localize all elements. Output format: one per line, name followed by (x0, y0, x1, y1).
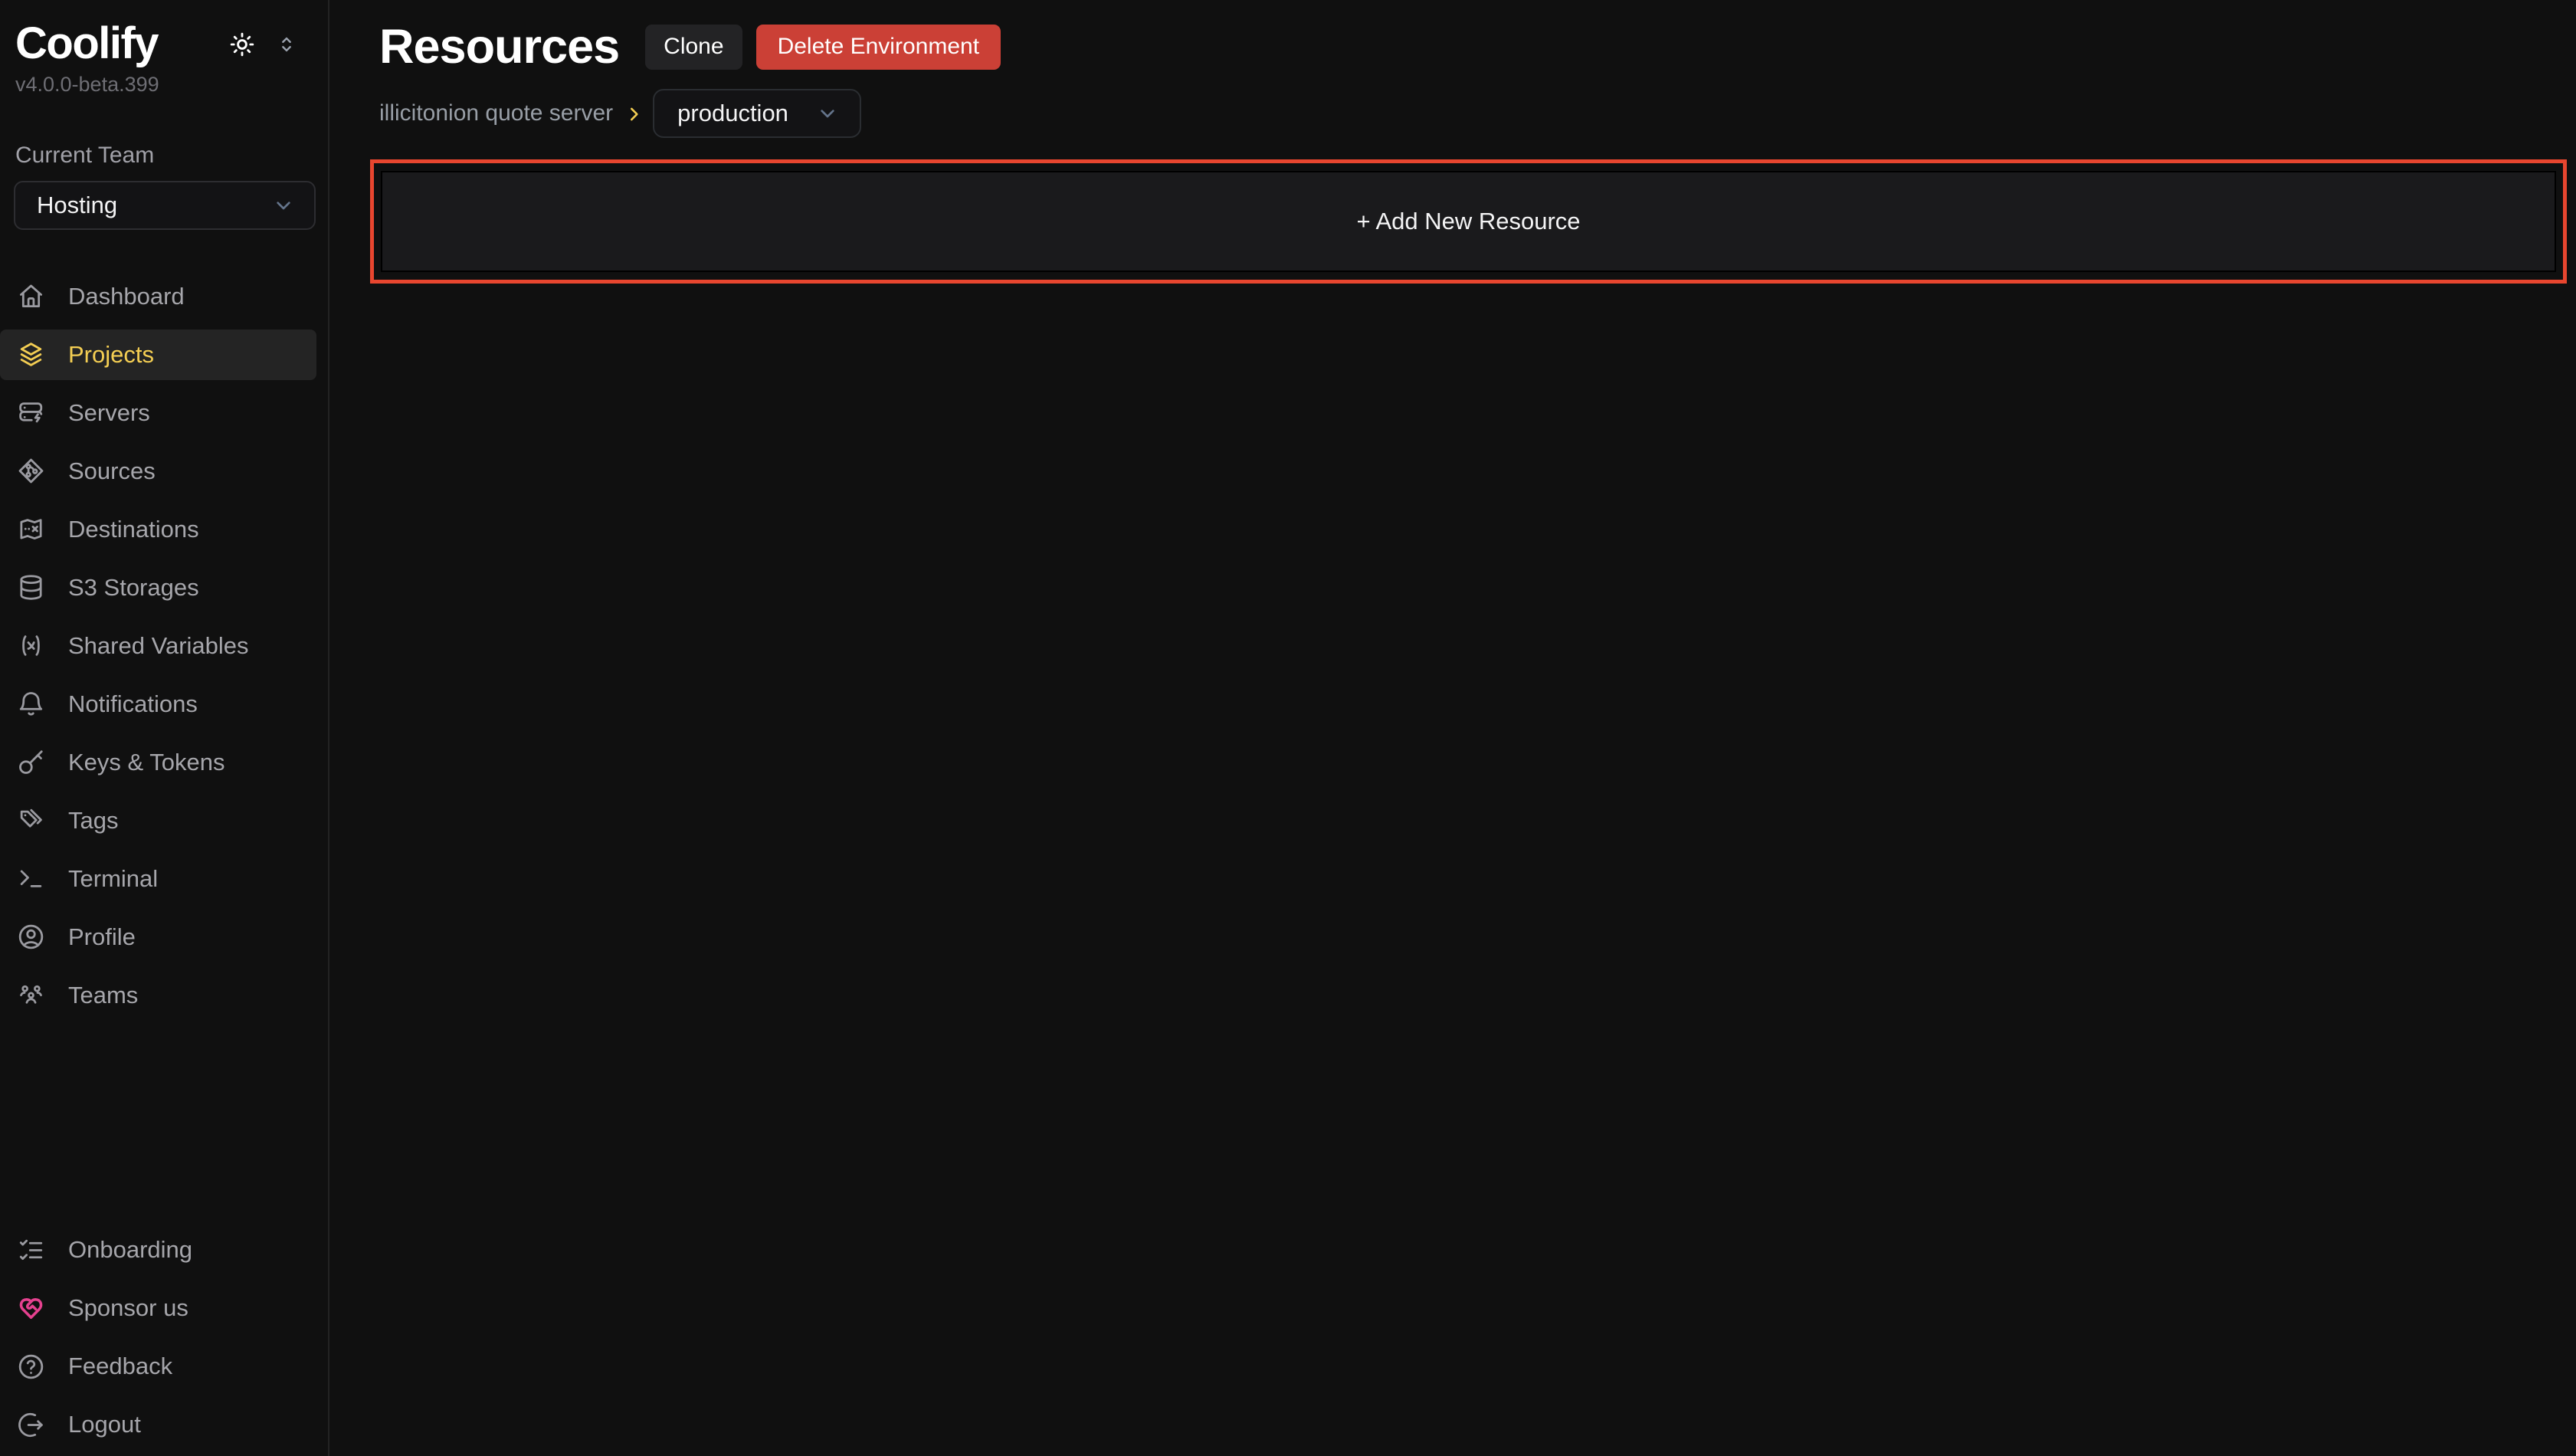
sidebar-item-teams[interactable]: Teams (0, 970, 316, 1021)
server-icon (17, 398, 45, 427)
terminal-icon (17, 864, 45, 893)
layers-icon (17, 340, 45, 369)
logo-row: Coolify (0, 0, 328, 70)
sidebar-item-label: Onboarding (68, 1236, 192, 1264)
delete-environment-button[interactable]: Delete Environment (756, 25, 1001, 70)
chevron-down-icon (271, 193, 296, 218)
help-circle-icon (17, 1353, 45, 1381)
logout-icon (17, 1411, 45, 1439)
sidebar-item-label: Projects (68, 341, 154, 369)
sidebar-item-logout[interactable]: Logout (0, 1399, 316, 1450)
clone-button[interactable]: Clone (645, 25, 742, 70)
sidebar-item-profile[interactable]: Profile (0, 912, 316, 962)
add-new-resource-button[interactable]: + Add New Resource (381, 171, 2556, 272)
page-header: Resources Clone Delete Environment (379, 21, 2567, 72)
chevron-down-icon (815, 101, 840, 126)
sidebar-item-label: Tags (68, 807, 118, 835)
sidebar-item-sources[interactable]: Sources (0, 446, 316, 497)
sidebar-item-label: Sponsor us (68, 1294, 188, 1322)
page-title: Resources (379, 21, 619, 72)
map-icon (17, 515, 45, 543)
sidebar-item-label: Terminal (68, 865, 158, 893)
team-select[interactable]: Hosting (14, 181, 316, 230)
environment-select[interactable]: production (653, 89, 861, 138)
sidebar-item-tags[interactable]: Tags (0, 795, 316, 846)
bell-icon (17, 690, 45, 718)
sidebar-item-servers[interactable]: Servers (0, 388, 316, 438)
sidebar: Coolify v4.0.0-beta.399 Current Team Hos… (0, 0, 329, 1456)
sidebar-item-label: Keys & Tokens (68, 749, 224, 776)
sidebar-item-label: Servers (68, 399, 150, 427)
sidebar-item-shared-variables[interactable]: Shared Variables (0, 621, 316, 671)
environment-select-value: production (677, 100, 788, 127)
sidebar-item-label: Feedback (68, 1353, 172, 1380)
app-logo: Coolify (15, 18, 158, 70)
sidebar-item-notifications[interactable]: Notifications (0, 679, 316, 730)
variable-icon (17, 631, 45, 660)
heart-hands-icon (17, 1294, 45, 1323)
users-icon (17, 981, 45, 1009)
sidebar-item-label: Sources (68, 457, 156, 485)
sidebar-footer-menu: Onboarding Sponsor us Feedback Logout (0, 1225, 328, 1450)
sidebar-item-label: Teams (68, 982, 138, 1009)
breadcrumb-project-link[interactable]: illicitonion quote server (379, 100, 613, 126)
database-icon (17, 573, 45, 602)
sidebar-item-label: Profile (68, 923, 136, 951)
sidebar-item-label: Logout (68, 1411, 141, 1438)
app-version: v4.0.0-beta.399 (15, 73, 328, 97)
checklist-icon (17, 1236, 45, 1264)
team-select-value: Hosting (37, 192, 117, 219)
sidebar-item-feedback[interactable]: Feedback (0, 1341, 316, 1392)
sidebar-item-dashboard[interactable]: Dashboard (0, 271, 316, 322)
tags-icon (17, 806, 45, 835)
sidebar-item-keys-tokens[interactable]: Keys & Tokens (0, 737, 316, 788)
sidebar-item-s3-storages[interactable]: S3 Storages (0, 562, 316, 613)
sidebar-item-onboarding[interactable]: Onboarding (0, 1225, 316, 1275)
sidebar-item-label: Destinations (68, 516, 199, 543)
theme-selector-icon[interactable] (276, 34, 297, 55)
main-content: Resources Clone Delete Environment illic… (329, 0, 2576, 1456)
sidebar-item-destinations[interactable]: Destinations (0, 504, 316, 555)
sidebar-item-sponsor-us[interactable]: Sponsor us (0, 1283, 316, 1333)
chevron-right-icon (624, 104, 644, 124)
theme-sun-icon[interactable] (228, 31, 256, 58)
git-icon (17, 457, 45, 485)
sidebar-item-label: Shared Variables (68, 632, 249, 660)
sidebar-item-label: Dashboard (68, 283, 185, 310)
sidebar-item-terminal[interactable]: Terminal (0, 854, 316, 904)
key-icon (17, 748, 45, 776)
sidebar-item-label: S3 Storages (68, 574, 199, 602)
logo-actions (228, 31, 297, 58)
sidebar-item-projects[interactable]: Projects (0, 330, 316, 380)
sidebar-menu: Dashboard Projects Servers Sources Destinati… (0, 271, 328, 1021)
user-circle-icon (17, 923, 45, 951)
current-team-label: Current Team (15, 143, 328, 169)
home-icon (17, 282, 45, 310)
sidebar-item-label: Notifications (68, 690, 198, 718)
breadcrumb: illicitonion quote server production (379, 89, 2567, 138)
highlight-outline: + Add New Resource (370, 159, 2567, 284)
